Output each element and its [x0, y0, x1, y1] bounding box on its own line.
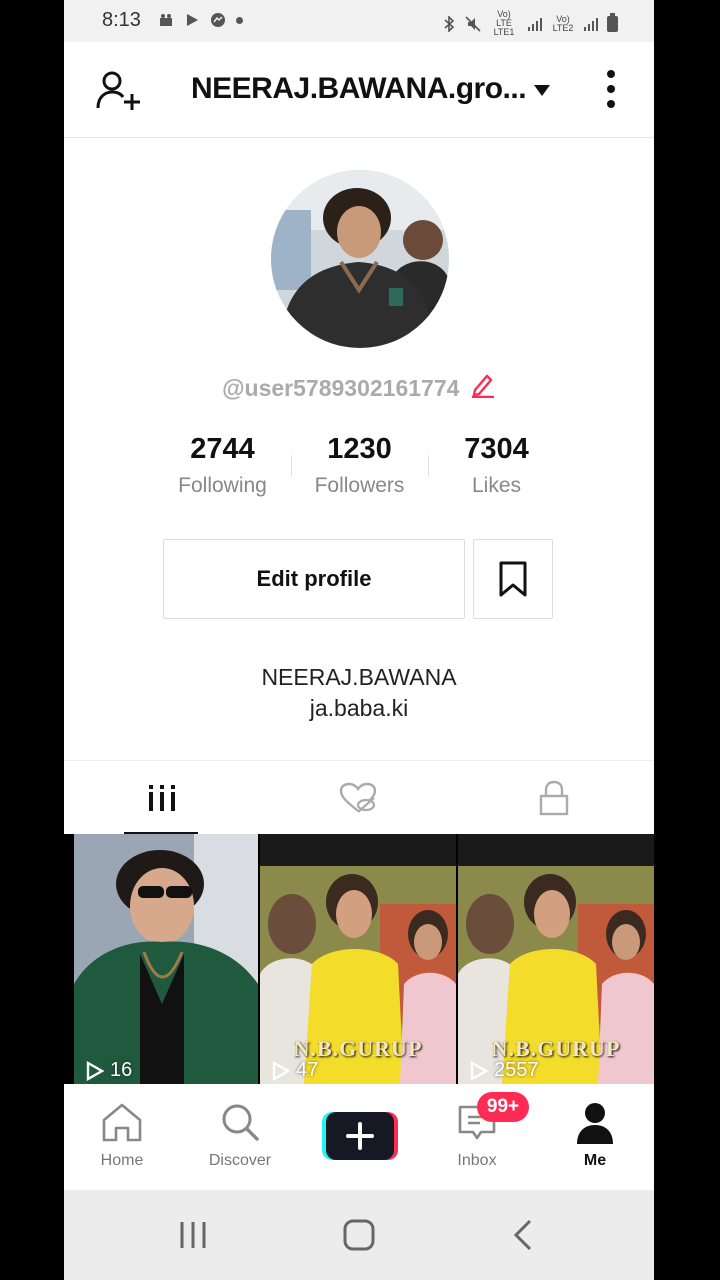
profile-icon: [577, 1103, 613, 1144]
notification-icons: [158, 12, 243, 28]
video-grid: 16 N.B.GURUP 47 N.B.GURUP 2557: [64, 834, 654, 1084]
stat-divider: [428, 455, 429, 477]
nav-home[interactable]: Home: [72, 1084, 172, 1190]
android-nav-bar: [64, 1190, 654, 1280]
add-user-icon[interactable]: [96, 70, 142, 112]
stat-following[interactable]: 2744 Following: [154, 433, 291, 503]
home-button-icon[interactable]: [342, 1218, 376, 1252]
crowd-app-icon: [160, 14, 172, 26]
view-count: 47: [272, 1059, 318, 1082]
stat-followers[interactable]: 1230 Followers: [291, 433, 428, 503]
content-tabs: [64, 760, 654, 835]
bio-line-1: NEERAJ.BAWANA: [261, 664, 457, 690]
system-icons: Vo) LTE LTE1 Vo) LTE2: [441, 10, 618, 37]
bluetooth-icon: [444, 15, 455, 32]
more-options-icon[interactable]: [606, 70, 616, 108]
nav-discover[interactable]: Discover: [190, 1084, 290, 1190]
stat-likes[interactable]: 7304 Likes: [428, 433, 565, 503]
create-video-button[interactable]: [322, 1112, 398, 1160]
avatar[interactable]: [271, 170, 449, 348]
bio-line-2: ja.baba.ki: [309, 695, 409, 721]
battery-icon: [607, 12, 618, 32]
home-icon: [102, 1103, 142, 1142]
following-label: Following: [178, 474, 267, 497]
following-count: 2744: [190, 433, 255, 465]
grid-icon: [149, 785, 175, 811]
signal-icon: [528, 17, 542, 31]
account-switcher-title[interactable]: NEERAJ.BAWANA.gro...: [191, 72, 527, 106]
mute-icon: [465, 15, 481, 32]
more-notifications-dot: [236, 16, 243, 24]
tab-liked[interactable]: [260, 761, 456, 835]
nav-me[interactable]: Me: [545, 1084, 645, 1190]
stat-divider: [291, 455, 292, 477]
bookmark-icon: [499, 561, 527, 597]
hidden-likes-icon: [339, 782, 377, 813]
inbox-badge: 99+: [477, 1092, 529, 1122]
nav-inbox-label: Inbox: [457, 1152, 497, 1169]
user-handle: @user5789302161774: [222, 375, 460, 401]
followers-count: 1230: [327, 433, 392, 465]
view-count-value: 47: [296, 1059, 319, 1081]
view-count: 2557: [470, 1059, 539, 1082]
video-thumbnail[interactable]: N.B.GURUP 2557: [458, 834, 654, 1084]
play-icon: [86, 1060, 104, 1081]
video-thumbnail[interactable]: N.B.GURUP 47: [260, 834, 456, 1084]
video-thumbnail-image: [74, 834, 258, 1084]
video-thumbnail[interactable]: 16: [74, 834, 258, 1084]
tab-videos[interactable]: [64, 761, 260, 835]
status-time: 8:13: [102, 9, 141, 31]
bottom-nav: Home Discover Inbox Me: [64, 1084, 654, 1190]
view-count-value: 16: [110, 1059, 133, 1081]
back-icon[interactable]: [508, 1218, 542, 1252]
likes-label: Likes: [471, 474, 522, 497]
view-count: 16: [86, 1059, 132, 1082]
nav-discover-label: Discover: [208, 1152, 272, 1169]
play-icon: [470, 1060, 488, 1081]
status-bar: 8:13 Vo) LTE LTE1 Vo) LTE2: [64, 0, 654, 42]
sim2-label: Vo) LTE2: [552, 13, 574, 33]
handle-row: @user5789302161774: [64, 372, 654, 402]
lock-icon: [539, 780, 569, 816]
profile-header: NEERAJ.BAWANA.gro...: [64, 42, 654, 138]
followers-label: Followers: [314, 474, 405, 497]
recent-apps-icon[interactable]: [176, 1218, 210, 1252]
profile-bio: NEERAJ.BAWANA ja.baba.ki: [64, 662, 654, 724]
view-count-value: 2557: [494, 1059, 539, 1081]
favorites-button[interactable]: [473, 539, 553, 619]
profile-stats: 2744 Following 1230 Followers 7304 Likes: [154, 433, 566, 503]
edit-pencil-icon[interactable]: [470, 372, 496, 398]
search-icon: [222, 1104, 259, 1141]
messenger-icon: [211, 13, 225, 27]
sim1-label: Vo) LTE LTE1: [493, 9, 515, 37]
nav-me-label: Me: [583, 1152, 607, 1169]
play-store-icon: [187, 14, 198, 26]
signal-icon-2: [584, 17, 598, 31]
phone-screen: 8:13 Vo) LTE LTE1 Vo) LTE2 NEERAJ.BAWANA…: [64, 0, 654, 1280]
play-icon: [272, 1060, 290, 1081]
edit-profile-button[interactable]: Edit profile: [163, 539, 465, 619]
chevron-down-icon[interactable]: [534, 85, 550, 96]
likes-count: 7304: [464, 433, 529, 465]
tab-private[interactable]: [456, 761, 652, 835]
nav-home-label: Home: [100, 1152, 144, 1169]
